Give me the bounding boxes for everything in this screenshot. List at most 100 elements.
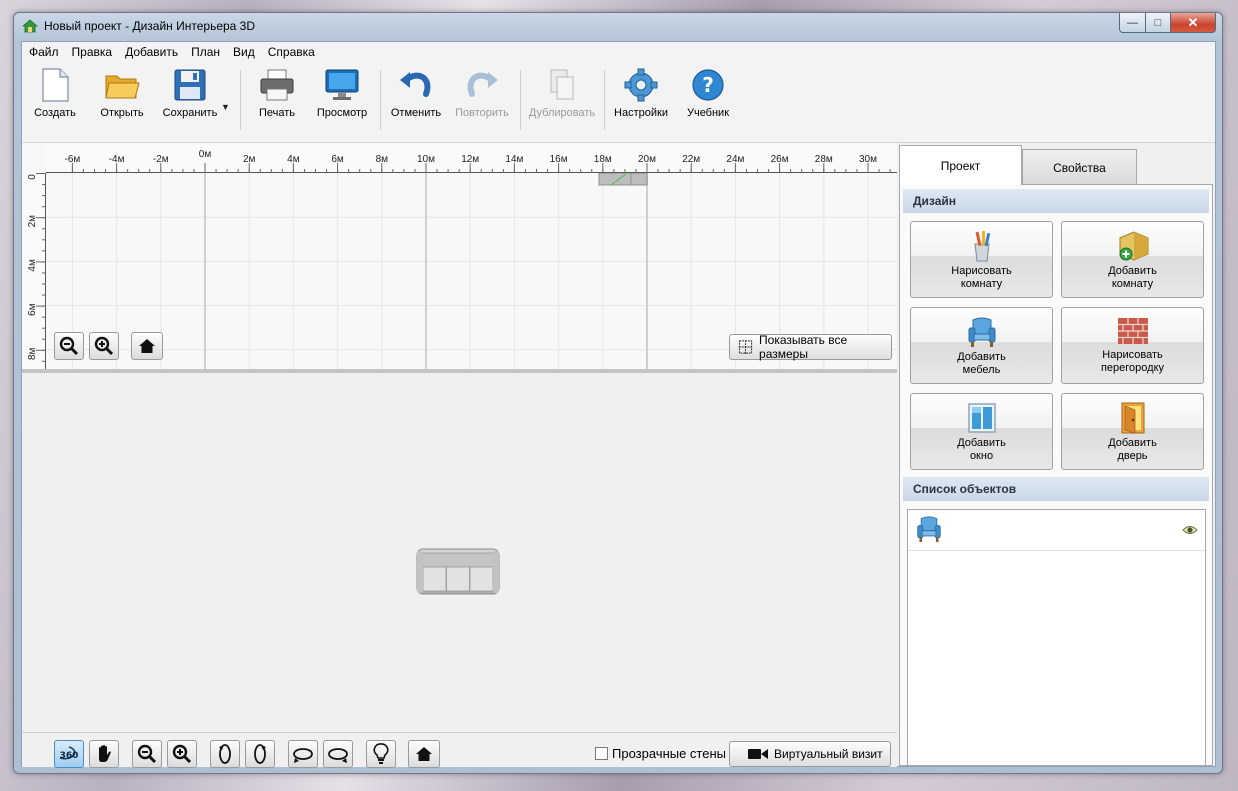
- tilt-down-button[interactable]: [323, 740, 353, 768]
- ruler-left-label: 4м: [27, 259, 38, 272]
- toolbar-separator: [380, 70, 381, 130]
- tilt-up-icon: [293, 748, 313, 763]
- add-furniture-label-2: мебель: [962, 364, 1001, 376]
- home-icon: [139, 339, 155, 353]
- duplicate-button[interactable]: Дублировать: [526, 68, 598, 136]
- preview-label: Просмотр: [316, 107, 368, 119]
- settings-label: Настройки: [614, 107, 668, 119]
- lighting-button[interactable]: [366, 740, 396, 768]
- rotate-left-button[interactable]: [210, 740, 240, 768]
- view-3d[interactable]: [22, 373, 897, 732]
- add-room-label-2: комнату: [1111, 278, 1154, 290]
- 3d-home-button[interactable]: [408, 740, 440, 768]
- design-header-label: Дизайн: [913, 194, 957, 208]
- add-furniture-label-1: Добавить: [957, 351, 1006, 363]
- rotate-360-icon: 360: [60, 746, 78, 761]
- undo-button[interactable]: Отменить: [388, 68, 444, 136]
- sofa-plan-marker[interactable]: [598, 173, 648, 186]
- ruler-top-label: 28м: [815, 154, 833, 165]
- ruler-top-label: -4м: [109, 154, 125, 165]
- add-window-button[interactable]: Добавить окно: [910, 393, 1053, 470]
- menu-view[interactable]: Вид: [226, 45, 261, 59]
- show-dimensions-button[interactable]: Показывать все размеры: [729, 333, 892, 361]
- tutorial-button[interactable]: ? Учебник: [682, 68, 734, 136]
- create-button[interactable]: Создать: [30, 68, 80, 136]
- 3d-zoom-in-button[interactable]: [167, 740, 197, 768]
- ruler-top-label: -6м: [65, 154, 81, 165]
- rotate-right-button[interactable]: [245, 740, 275, 768]
- transparent-walls-checkbox[interactable]: Прозрачные стены: [595, 746, 726, 761]
- settings-button[interactable]: Настройки: [612, 68, 670, 136]
- title-bar[interactable]: Новый проект - Дизайн Интерьера 3D — □ ✕: [14, 13, 1222, 39]
- tab-project[interactable]: Проект: [899, 145, 1022, 185]
- add-room-icon: [1119, 231, 1148, 261]
- draw-room-button[interactable]: Нарисовать комнату: [910, 221, 1053, 298]
- virtual-visit-button[interactable]: Виртуальный визит: [729, 741, 891, 767]
- close-button[interactable]: ✕: [1171, 13, 1216, 33]
- add-room-label-1: Добавить: [1108, 265, 1157, 277]
- draw-partition-button[interactable]: Нарисовать перегородку: [1061, 307, 1204, 384]
- ruler-top-label: 4м: [287, 154, 300, 165]
- menu-plan[interactable]: План: [184, 45, 226, 59]
- window-title: Новый проект - Дизайн Интерьера 3D: [44, 19, 256, 33]
- menu-edit[interactable]: Правка: [65, 45, 119, 59]
- object-list-header: Список объектов: [903, 477, 1209, 501]
- toolbar-separator: [604, 70, 605, 130]
- menu-help[interactable]: Справка: [261, 45, 321, 59]
- maximize-button[interactable]: □: [1146, 13, 1171, 33]
- zoom-in-button[interactable]: [89, 332, 119, 360]
- floppy-disk-icon: [174, 69, 206, 101]
- monitor-icon: [325, 69, 359, 100]
- ruler-top-label: -2м: [153, 154, 169, 165]
- toolbar-separator: [520, 70, 521, 130]
- zoom-in-icon: [172, 744, 192, 764]
- eye-visibility-icon[interactable]: [1182, 524, 1198, 536]
- list-item[interactable]: [908, 510, 1205, 551]
- tab-properties[interactable]: Свойства: [1022, 149, 1137, 185]
- ruler-top-label: 14м: [505, 154, 523, 165]
- add-room-button[interactable]: Добавить комнату: [1061, 221, 1204, 298]
- folder-icon: [105, 75, 140, 99]
- save-dropdown-arrow-icon[interactable]: ▼: [221, 102, 230, 112]
- ruler-top-label: 16м: [550, 154, 568, 165]
- ruler-top-label: 2м: [243, 154, 256, 165]
- checkbox-box[interactable]: [595, 747, 608, 760]
- ruler-top-label: 18м: [594, 154, 612, 165]
- add-door-button[interactable]: Добавить дверь: [1061, 393, 1204, 470]
- tab-properties-label: Свойства: [1053, 160, 1106, 175]
- new-document-icon: [42, 68, 69, 102]
- close-icon: ✕: [1187, 14, 1199, 30]
- ruler-left: 0 2м 4м 6м 8м: [22, 173, 46, 369]
- ruler-left-label: 8м: [27, 347, 38, 360]
- object-list-header-label: Список объектов: [913, 482, 1017, 496]
- rotate-360-button[interactable]: 360: [54, 740, 84, 768]
- design-section-header: Дизайн: [903, 189, 1209, 213]
- menu-add[interactable]: Добавить: [118, 45, 184, 59]
- save-button[interactable]: Сохранить: [160, 68, 220, 136]
- rotate-left-icon: [219, 744, 231, 764]
- pan-hand-button[interactable]: [89, 740, 119, 768]
- pencils-icon: [973, 231, 990, 262]
- tilt-down-icon: [328, 748, 348, 763]
- minimize-button[interactable]: —: [1119, 13, 1146, 33]
- open-button[interactable]: Открыть: [94, 68, 150, 136]
- menu-file[interactable]: Файл: [22, 45, 65, 59]
- tab-project-label: Проект: [940, 158, 981, 173]
- view-3d-toolbar: 360 Прозрачные стены Виртуальный визит: [22, 732, 897, 768]
- 3d-zoom-out-button[interactable]: [132, 740, 162, 768]
- sofa-3d-model[interactable]: [416, 547, 500, 597]
- redo-button[interactable]: Повторить: [452, 68, 512, 136]
- right-panel: Проект Свойства Дизайн Нарисовать комнат…: [899, 143, 1215, 766]
- add-furniture-button[interactable]: Добавить мебель: [910, 307, 1053, 384]
- zoom-in-icon: [94, 336, 114, 356]
- plan-2d-view[interactable]: -6м -4м -2м 0м 2м 4м 6м 8м 10м 12м 14м 16м 18м 20м 22м…: [22, 143, 897, 369]
- preview-button[interactable]: Просмотр: [314, 68, 370, 136]
- tilt-up-button[interactable]: [288, 740, 318, 768]
- door-icon: [1121, 402, 1144, 434]
- print-button[interactable]: Печать: [254, 68, 300, 136]
- object-list[interactable]: [907, 509, 1206, 766]
- zoom-out-button[interactable]: [54, 332, 84, 360]
- ruler-top-label: 20м: [638, 154, 656, 165]
- ruler-top-label: 12м: [461, 154, 479, 165]
- plan-home-button[interactable]: [131, 332, 163, 360]
